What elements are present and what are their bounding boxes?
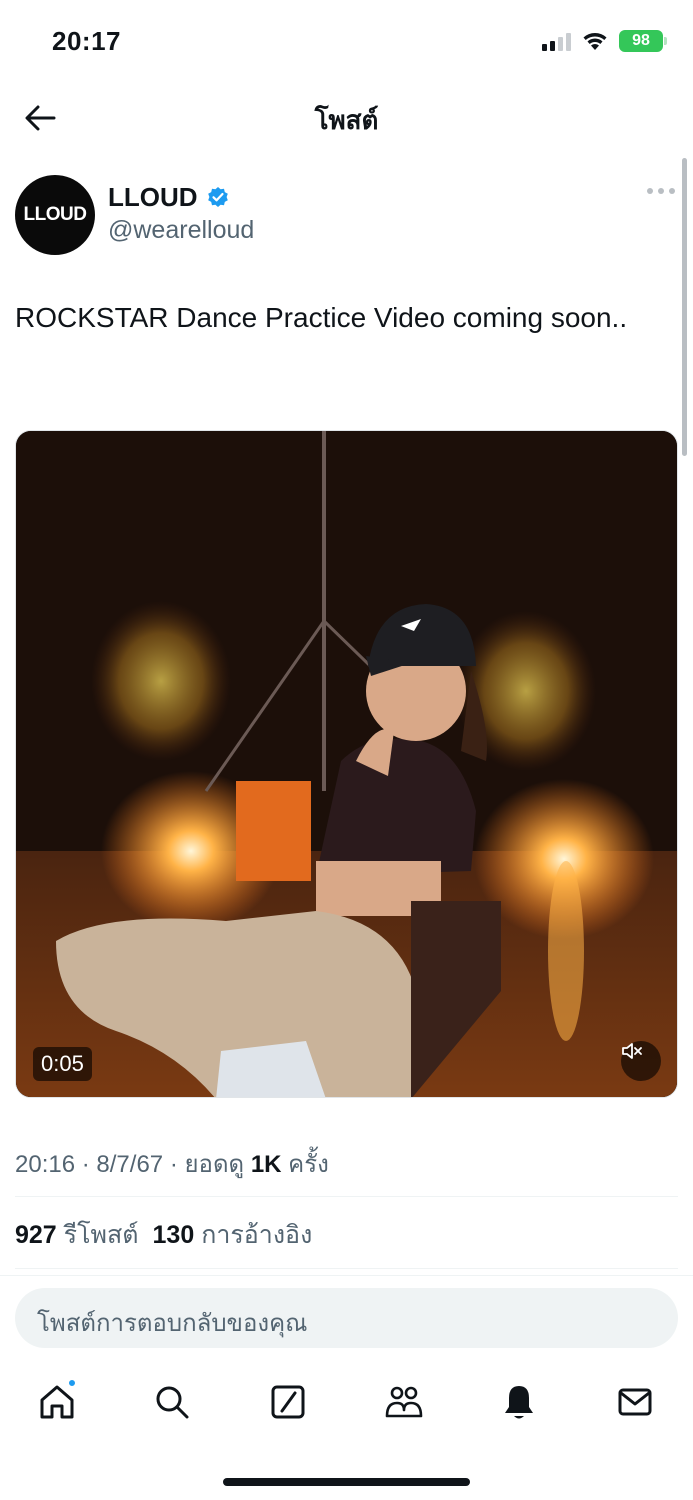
post-meta: 20:16 · 8/7/67 · ยอดดู 1K ครั้ง [15,1144,329,1183]
mute-button[interactable] [621,1041,661,1081]
quotes-count: 130 [152,1221,195,1249]
divider [0,1275,693,1276]
divider [15,1196,678,1197]
video-player[interactable]: 0:05 [15,430,678,1098]
status-icons: 98 [542,30,667,52]
author-name[interactable]: LLOUD [108,182,198,213]
more-dot [669,188,675,194]
home-indicator[interactable] [223,1478,470,1486]
notifications-icon [505,1386,533,1419]
views-count: 1K [250,1151,282,1178]
avatar[interactable]: LLOUD [15,175,95,255]
nav-messages[interactable] [615,1382,655,1422]
notification-dot [67,1378,77,1388]
communities-icon [385,1386,423,1418]
status-bar: 20:17 98 [0,0,693,80]
post-stats: 927 รีโพสต์ 130 การอ้างอิง [15,1215,312,1255]
cellular-signal-icon [542,31,571,51]
more-dot [658,188,664,194]
views-suffix: ครั้ง [288,1151,329,1178]
author-name-row[interactable]: LLOUD [108,182,230,213]
nav-communities[interactable] [384,1382,424,1422]
reposts-stat[interactable]: 927 รีโพสต์ [15,1215,139,1255]
more-dot [647,188,653,194]
battery-level: 98 [632,32,650,49]
nav-home[interactable] [37,1378,77,1422]
quotes-stat[interactable]: 130 การอ้างอิง [153,1215,313,1255]
views-label: ยอดดู [184,1151,245,1178]
post-time[interactable]: 20:16 [15,1151,75,1178]
reposts-count: 927 [15,1221,57,1249]
quotes-label: การอ้างอิง [201,1221,313,1249]
reply-input[interactable]: โพสต์การตอบกลับของคุณ [15,1288,678,1348]
header: โพสต์ [0,80,693,152]
divider [15,1268,678,1269]
video-duration: 0:05 [33,1047,92,1081]
status-time: 20:17 [52,26,121,56]
bottom-nav [0,1372,693,1432]
meta-separator: · [169,1151,185,1178]
grok-icon [271,1385,305,1419]
post-text: ROCKSTAR Dance Practice Video coming soo… [15,302,628,333]
volume-muted-icon [622,1043,642,1059]
messages-icon [618,1388,652,1416]
battery-icon: 98 [619,30,667,52]
reposts-label: รีโพสต์ [63,1221,139,1249]
more-options-button[interactable] [647,188,675,194]
home-icon [40,1385,74,1419]
author-handle[interactable]: @wearelloud [108,216,254,245]
nav-search[interactable] [152,1382,192,1422]
nav-notifications[interactable] [499,1382,539,1422]
nav-grok[interactable] [268,1382,308,1422]
scrollbar[interactable] [682,158,687,456]
video-frame [16,431,677,1097]
post-date[interactable]: 8/7/67 [96,1151,163,1178]
avatar-logo-text: LLOUD [23,204,87,225]
search-icon [156,1386,189,1419]
verified-badge-icon [207,186,228,207]
meta-separator: · [81,1151,97,1178]
page-title: โพสต์ [314,105,379,135]
wifi-icon [583,33,607,50]
